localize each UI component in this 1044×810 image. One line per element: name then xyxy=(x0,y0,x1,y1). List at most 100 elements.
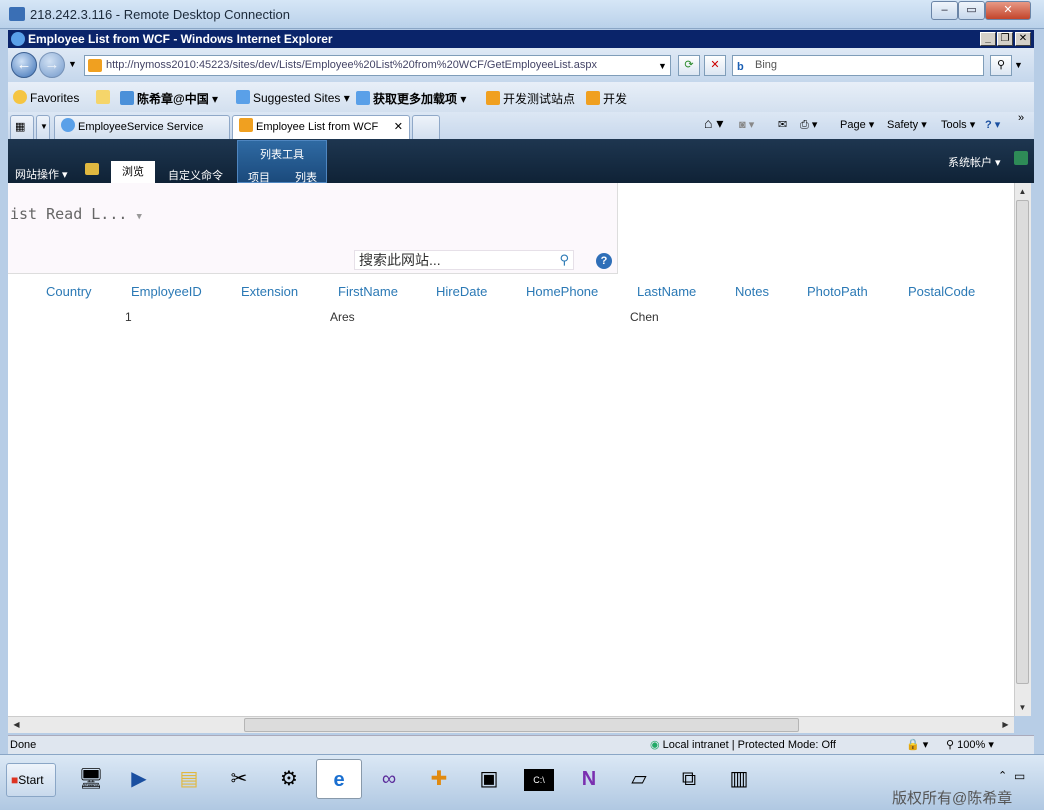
command-prompt-icon[interactable]: C:\ xyxy=(516,759,562,799)
powershell-icon[interactable]: ▶ xyxy=(116,759,162,799)
address-bar[interactable]: http://nymoss2010:45223/sites/dev/Lists/… xyxy=(84,55,671,76)
star-icon xyxy=(13,90,27,104)
toolbox-icon[interactable]: ✚ xyxy=(416,759,462,799)
ie-close-button[interactable]: ✕ xyxy=(1015,32,1031,46)
scroll-down-icon[interactable]: ▼ xyxy=(1015,700,1030,715)
explorer-icon[interactable]: ▤ xyxy=(166,759,212,799)
rdp-icon xyxy=(9,7,25,21)
column-header-photopath[interactable]: PhotoPath xyxy=(807,284,868,299)
ie-minimize-button[interactable]: _ xyxy=(980,32,996,46)
site-search-input[interactable]: 搜索此网站... ⚲ xyxy=(354,250,574,270)
zoom-control[interactable]: ⚲ 100% ▾ xyxy=(946,736,994,754)
search-icon[interactable]: ⚲ xyxy=(559,251,569,269)
window-icon[interactable]: ▥ xyxy=(716,759,762,799)
refresh-button[interactable]: ⟳ xyxy=(678,55,700,76)
vertical-scroll-thumb[interactable] xyxy=(1016,200,1029,684)
vertical-scrollbar[interactable]: ▲ ▼ xyxy=(1014,183,1031,716)
horizontal-scroll-thumb[interactable] xyxy=(244,718,799,732)
tab-list-button[interactable]: ▼ xyxy=(36,115,50,139)
print-icon[interactable]: ⎙ ▾ xyxy=(800,118,817,132)
favorite-link-1[interactable]: 陈希章@中国 ▾ xyxy=(120,90,218,107)
site-actions-menu[interactable]: 网站操作 ▾ xyxy=(15,166,68,182)
address-dropdown-icon[interactable]: ▼ xyxy=(658,61,667,71)
column-header-lastname[interactable]: LastName xyxy=(637,284,696,299)
taskbar: ■Start 🖥 ▶ ▤ ✂ ⚙ e ∞ ✚ ▣ C:\ N ▱ ⧉ ▥ 版权所… xyxy=(0,754,1044,810)
scroll-left-icon[interactable]: ◀ xyxy=(9,717,24,732)
protected-mode-icon[interactable]: 🔒 ▾ xyxy=(906,736,928,754)
favorites-button[interactable]: Favorites xyxy=(13,90,79,105)
column-header-country[interactable]: Country xyxy=(46,284,92,299)
notepad-icon[interactable]: ▱ xyxy=(616,759,662,799)
favorite-link-5[interactable]: 开发 xyxy=(586,90,627,107)
favorite-link-2[interactable]: Suggested Sites ▾ xyxy=(236,90,350,105)
forward-button[interactable]: → xyxy=(39,52,65,78)
search-input[interactable]: b Bing xyxy=(732,55,984,76)
zoom-icon: ⚲ xyxy=(946,739,955,751)
ie-page-icon xyxy=(236,90,250,104)
safety-menu[interactable]: Safety ▾ xyxy=(887,118,927,131)
history-dropdown-icon[interactable]: ▼ xyxy=(68,59,77,69)
column-header-hiredate[interactable]: HireDate xyxy=(436,284,487,299)
close-button[interactable]: ✕ xyxy=(985,1,1031,20)
tab-browse[interactable]: 浏览 xyxy=(111,161,155,183)
server-manager-icon[interactable]: 🖥 xyxy=(68,759,114,799)
rdp-title: 218.242.3.116 - Remote Desktop Connectio… xyxy=(30,7,290,22)
back-button[interactable]: ← xyxy=(11,52,37,78)
remote-desktop-icon[interactable]: ⧉ xyxy=(666,759,712,799)
cell-lastname: Chen xyxy=(630,310,659,324)
start-button[interactable]: ■Start xyxy=(6,763,56,797)
network-icon[interactable]: ▭ xyxy=(1014,769,1025,783)
watermark-text: 版权所有@陈希章 xyxy=(892,790,1013,807)
iis-icon[interactable]: ▣ xyxy=(466,759,512,799)
scroll-right-icon[interactable]: ▶ xyxy=(998,717,1013,732)
services-icon[interactable]: ⚙ xyxy=(266,759,312,799)
excel-icon[interactable] xyxy=(1014,151,1028,165)
navigate-up-icon[interactable] xyxy=(85,163,99,175)
internet-explorer-icon[interactable]: e xyxy=(316,759,362,799)
horizontal-scrollbar[interactable]: ◀ ▶ xyxy=(8,716,1014,733)
column-header-employeeid[interactable]: EmployeeID xyxy=(131,284,202,299)
zone-status[interactable]: ◉ Local intranet | Protected Mode: Off xyxy=(650,736,836,754)
more-commands-icon[interactable]: » xyxy=(1018,112,1024,124)
ie-restore-button[interactable]: ❐ xyxy=(997,32,1013,46)
page-menu[interactable]: Page ▾ xyxy=(840,118,874,131)
search-options-icon[interactable]: ▼ xyxy=(1014,60,1023,70)
tools-menu[interactable]: Tools ▾ xyxy=(941,118,975,131)
show-hidden-icons[interactable]: ⌃ xyxy=(998,769,1007,782)
page-content: ist Read L... ▼ 搜索此网站... ⚲ ? Country Emp… xyxy=(8,183,1014,716)
feeds-icon[interactable]: ◙ ▾ xyxy=(739,118,754,131)
visual-studio-icon[interactable]: ∞ xyxy=(366,759,412,799)
column-header-firstname[interactable]: FirstName xyxy=(338,284,398,299)
user-menu[interactable]: 系统帐户 ▾ xyxy=(948,154,1001,170)
column-header-notes[interactable]: Notes xyxy=(735,284,769,299)
column-header-postalcode[interactable]: PostalCode xyxy=(908,284,975,299)
tab-custom-commands[interactable]: 自定义命令 xyxy=(168,167,223,183)
maximize-button[interactable]: ▭ xyxy=(958,1,985,20)
favorite-link-3[interactable]: 获取更多加载项 ▾ xyxy=(356,90,466,107)
add-favorite-icon[interactable] xyxy=(96,90,113,105)
scroll-up-icon[interactable]: ▲ xyxy=(1015,184,1030,199)
page-title[interactable]: ist Read L... ▼ xyxy=(10,205,142,223)
onenote-icon[interactable]: N xyxy=(566,759,612,799)
sharepoint-icon xyxy=(586,91,600,105)
tab-employee-list[interactable]: Employee List from WCF ✕ xyxy=(232,115,410,139)
favorite-link-4[interactable]: 开发测试站点 xyxy=(486,90,575,107)
home-icon[interactable]: ⌂ ▾ xyxy=(704,115,723,132)
chevron-down-icon[interactable]: ▼ xyxy=(136,212,141,222)
column-header-extension[interactable]: Extension xyxy=(241,284,298,299)
tab-employee-service[interactable]: EmployeeService Service xyxy=(54,115,230,139)
stop-button[interactable]: ✕ xyxy=(704,55,726,76)
quick-tabs-button[interactable]: ▦ xyxy=(10,115,34,139)
minimize-button[interactable]: – xyxy=(931,1,958,20)
close-tab-icon[interactable]: ✕ xyxy=(394,116,403,138)
read-mail-icon[interactable]: ✉ xyxy=(778,118,787,131)
new-tab-button[interactable] xyxy=(412,115,440,139)
help-icon[interactable]: ? ▾ xyxy=(985,118,1000,131)
ie-page-icon xyxy=(61,118,75,132)
search-icon[interactable]: ⚲ xyxy=(990,55,1012,76)
tools-icon[interactable]: ✂ xyxy=(216,759,262,799)
favorites-bar: Favorites 陈希章@中国 ▾ Suggested Sites ▾ 获取更… xyxy=(8,82,1034,112)
help-icon[interactable]: ? xyxy=(596,253,612,269)
column-header-homephone[interactable]: HomePhone xyxy=(526,284,598,299)
ie-icon xyxy=(11,32,25,46)
